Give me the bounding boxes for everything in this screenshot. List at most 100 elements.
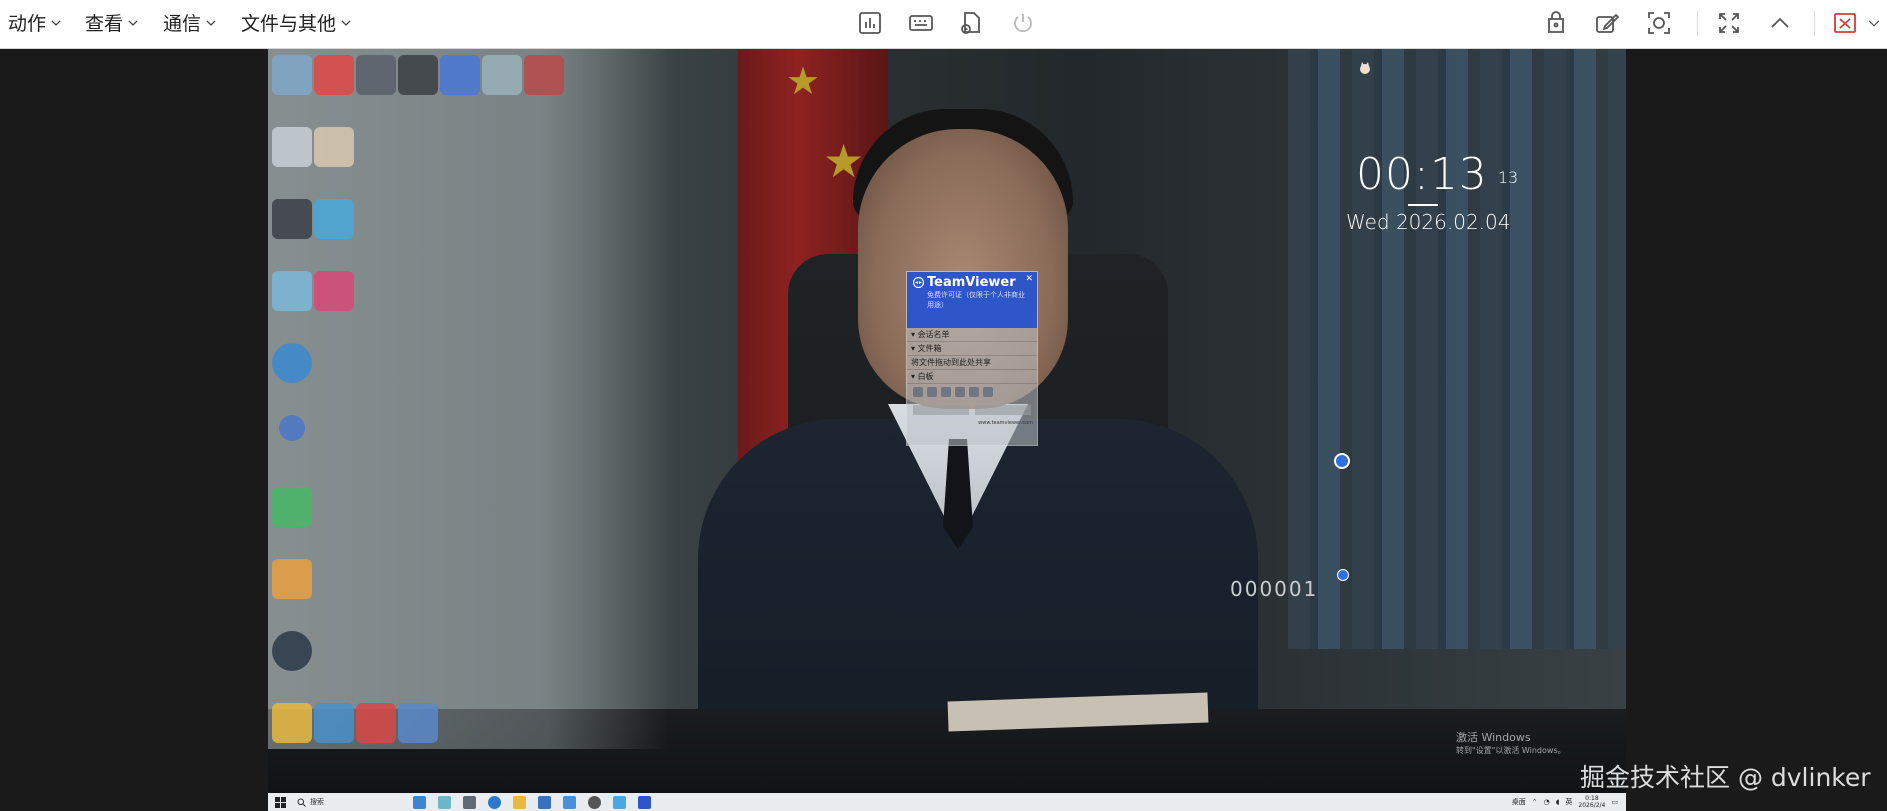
whiteboard-tools bbox=[907, 384, 1037, 402]
site-watermark: 掘金技术社区 @ dvlinker bbox=[1580, 763, 1871, 792]
teamviewer-button[interactable] bbox=[975, 405, 1031, 415]
keyboard-icon[interactable] bbox=[906, 8, 936, 38]
clock-time: 00:13 bbox=[1356, 149, 1488, 200]
teamviewer-button[interactable] bbox=[913, 405, 969, 415]
desktop-icon[interactable] bbox=[270, 55, 314, 113]
chevron-up-icon[interactable]: ⌃ bbox=[1532, 798, 1538, 806]
desktop-icon[interactable] bbox=[396, 55, 440, 113]
desktop-icon[interactable] bbox=[270, 127, 314, 185]
windows-taskbar: 搜索 桌面 ⌃ ◔ ◖ 英 0:18 2026/2/4 ▭ bbox=[268, 793, 1626, 811]
chevron-down-icon bbox=[128, 20, 138, 26]
chart-icon[interactable] bbox=[855, 8, 885, 38]
eraser-tool-icon[interactable] bbox=[955, 387, 965, 397]
teamviewer-subtitle: 免费许可证（仅限于个人非商业用途） bbox=[927, 291, 1025, 309]
menu-action[interactable]: 动作 bbox=[8, 0, 61, 45]
store-icon[interactable] bbox=[538, 795, 551, 809]
clock-date: Wed 2026.02.04 bbox=[1346, 210, 1511, 234]
activate-windows-notice: 激活 Windows 转到"设置"以激活 Windows。 bbox=[1456, 731, 1566, 755]
windows-start-icon[interactable] bbox=[274, 796, 287, 809]
edit-icon[interactable] bbox=[1592, 8, 1622, 38]
teamviewer-row-drop-files[interactable]: 将文件拖动到此处共享 bbox=[907, 356, 1037, 370]
taskbar-search-box[interactable]: 搜索 bbox=[297, 795, 407, 809]
desktop-icon[interactable] bbox=[396, 703, 440, 761]
notification-icon[interactable]: ▭ bbox=[1611, 798, 1618, 806]
teamviewer-taskbar-icon[interactable] bbox=[638, 795, 651, 809]
chevron-down-icon bbox=[51, 20, 61, 26]
taskbar-app-icon[interactable] bbox=[563, 795, 576, 809]
network-icon[interactable]: ◔ bbox=[1544, 798, 1550, 806]
teamviewer-panel[interactable]: TeamViewer 免费许可证（仅限于个人非商业用途） ✕ ▾ 会话名单 ▾ … bbox=[906, 271, 1038, 446]
task-view-icon[interactable] bbox=[463, 795, 476, 809]
desktop-icon[interactable] bbox=[270, 703, 314, 761]
settings-gear-icon[interactable] bbox=[588, 795, 601, 809]
system-tray: 桌面 ⌃ ◔ ◖ 英 0:18 2026/2/4 ▭ bbox=[1512, 795, 1626, 809]
close-icon[interactable]: ✕ bbox=[1025, 274, 1033, 284]
remote-desktop-view[interactable]: ★ ★ 000001 00:13 13 Wed 2026.02.04 TeamV… bbox=[268, 49, 1626, 811]
uniform-number: 000001 bbox=[1230, 577, 1319, 601]
toolbar-divider bbox=[1814, 10, 1815, 36]
menu-view[interactable]: 查看 bbox=[85, 0, 138, 45]
teamviewer-row-session-list[interactable]: ▾ 会话名单 bbox=[907, 328, 1037, 342]
taskbar-app-icon[interactable] bbox=[413, 795, 426, 809]
chevron-down-icon bbox=[206, 20, 216, 26]
power-icon[interactable] bbox=[1008, 8, 1038, 38]
edge-taskbar-icon[interactable] bbox=[488, 795, 501, 809]
teamviewer-row-whiteboard[interactable]: ▾ 白板 bbox=[907, 370, 1037, 384]
pointer-tool-icon[interactable] bbox=[913, 387, 923, 397]
steam-desktop-icon[interactable] bbox=[270, 631, 314, 689]
teamviewer-buttons bbox=[907, 402, 1037, 418]
taskbar-app-icon[interactable] bbox=[438, 795, 451, 809]
marker-tool-icon[interactable] bbox=[941, 387, 951, 397]
desktop-icon[interactable] bbox=[312, 127, 356, 185]
session-toolbar: 动作 查看 通信 文件与其他 bbox=[0, 0, 1887, 49]
sidebar-expand-icon[interactable] bbox=[1337, 569, 1349, 581]
desktop-icon[interactable] bbox=[270, 271, 314, 329]
text-tool-icon[interactable] bbox=[983, 387, 993, 397]
taskbar-app-icon[interactable] bbox=[613, 795, 626, 809]
teamviewer-title: TeamViewer bbox=[927, 275, 1016, 290]
desktop-icon[interactable] bbox=[522, 55, 566, 113]
desktop-icon[interactable] bbox=[438, 55, 482, 113]
volume-icon[interactable]: ◖ bbox=[1556, 798, 1560, 806]
lock-file-icon[interactable] bbox=[1541, 8, 1571, 38]
teamviewer-row-file-box[interactable]: ▾ 文件箱 bbox=[907, 342, 1037, 356]
wechat-desktop-icon[interactable] bbox=[270, 487, 314, 545]
menu-communicate[interactable]: 通信 bbox=[163, 0, 216, 45]
desktop-icon[interactable] bbox=[312, 703, 356, 761]
desktop-icon[interactable] bbox=[312, 199, 356, 257]
desktop-icon[interactable] bbox=[480, 55, 524, 113]
taskbar-clock[interactable]: 0:18 2026/2/4 bbox=[1578, 795, 1605, 809]
desktop-icon[interactable] bbox=[312, 55, 356, 113]
desktop-label[interactable]: 桌面 bbox=[1512, 797, 1526, 807]
desktop-icon[interactable] bbox=[312, 271, 356, 329]
teamviewer-header: TeamViewer 免费许可证（仅限于个人非商业用途） ✕ bbox=[907, 272, 1037, 328]
pen-tool-icon[interactable] bbox=[927, 387, 937, 397]
toolbar-divider bbox=[1697, 10, 1698, 36]
cat-icon bbox=[1360, 62, 1370, 74]
chevron-down-icon bbox=[341, 20, 351, 26]
fullscreen-icon[interactable] bbox=[1714, 8, 1744, 38]
bookshelf-background bbox=[1288, 49, 1626, 649]
menu-files-extras[interactable]: 文件与其他 bbox=[241, 0, 351, 45]
desktop-icon[interactable] bbox=[270, 199, 314, 257]
desktop-icon[interactable] bbox=[354, 55, 398, 113]
shape-tool-icon[interactable] bbox=[969, 387, 979, 397]
close-options-chevron-icon[interactable] bbox=[1865, 8, 1883, 38]
clock-seconds: 13 bbox=[1497, 168, 1519, 187]
close-session-icon[interactable] bbox=[1830, 8, 1860, 38]
collapse-icon[interactable] bbox=[1765, 8, 1795, 38]
ime-indicator[interactable]: 英 bbox=[1565, 797, 1572, 807]
desktop-icon[interactable] bbox=[270, 415, 314, 473]
desktop-icon[interactable] bbox=[354, 703, 398, 761]
clock-divider bbox=[1408, 204, 1438, 206]
teamviewer-logo-icon bbox=[913, 277, 924, 288]
file-transfer-icon[interactable] bbox=[956, 8, 986, 38]
desktop-icon[interactable] bbox=[270, 559, 314, 617]
search-icon bbox=[297, 798, 306, 807]
teamviewer-footer: www.teamviewer.com bbox=[978, 420, 1033, 426]
edge-desktop-icon[interactable] bbox=[270, 343, 314, 401]
desktop-clock-widget: 00:13 13 Wed 2026.02.04 bbox=[1346, 149, 1519, 234]
file-explorer-icon[interactable] bbox=[513, 795, 526, 809]
floating-assist-icon[interactable] bbox=[1334, 453, 1350, 469]
screenshot-icon[interactable] bbox=[1644, 8, 1674, 38]
